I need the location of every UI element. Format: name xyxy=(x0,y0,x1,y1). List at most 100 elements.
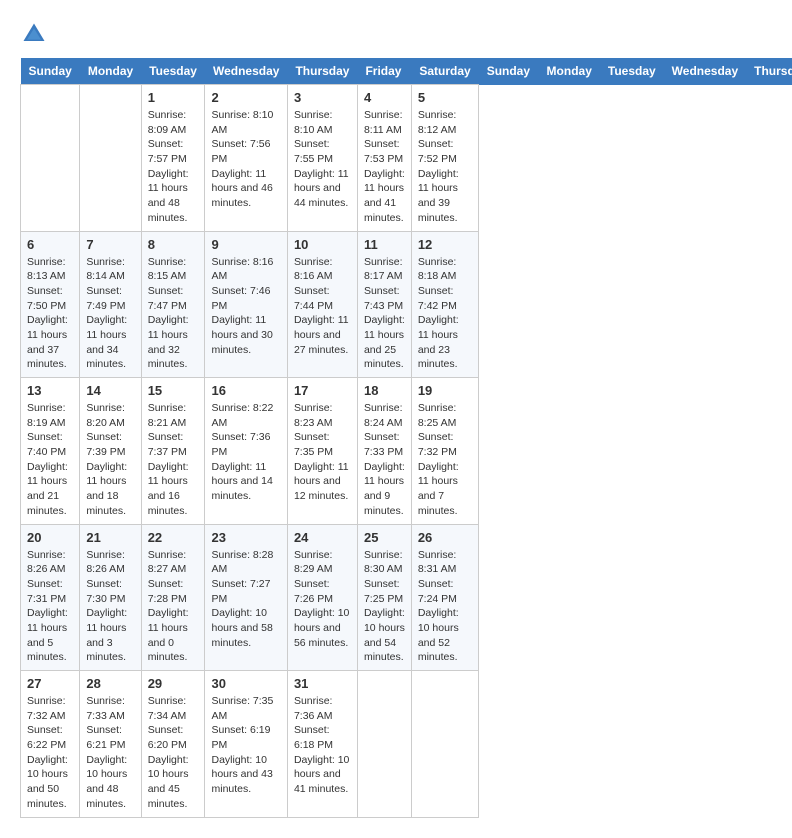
calendar-cell xyxy=(80,85,141,232)
col-header-tuesday: Tuesday xyxy=(141,58,205,85)
calendar-cell: 5Sunrise: 8:12 AMSunset: 7:52 PMDaylight… xyxy=(411,85,478,232)
col-header-sunday: Sunday xyxy=(479,58,539,85)
day-info: Sunrise: 7:34 AMSunset: 6:20 PMDaylight:… xyxy=(148,694,199,812)
day-info: Sunrise: 8:10 AMSunset: 7:55 PMDaylight:… xyxy=(294,108,351,211)
calendar-cell: 11 Sunrise: 8:17 AMSunset: 7:43 PMDayligh… xyxy=(357,231,411,378)
day-number: 30 xyxy=(211,676,280,691)
day-number: 10 xyxy=(294,237,351,252)
day-info: Sunrise: 8:11 AMSunset: 7:53 PMDaylight:… xyxy=(364,108,405,226)
col-header-saturday: Saturday xyxy=(411,58,478,85)
calendar-cell: 27Sunrise: 7:32 AMSunset: 6:22 PMDayligh… xyxy=(21,671,80,818)
day-number: 16 xyxy=(211,383,280,398)
calendar-cell xyxy=(411,671,478,818)
day-number: 6 xyxy=(27,237,73,252)
calendar-cell: 26 Sunrise: 8:31 AMSunset: 7:24 PMDayligh… xyxy=(411,524,478,671)
day-number: 3 xyxy=(294,90,351,105)
page-header xyxy=(20,20,772,48)
day-number: 20 xyxy=(27,530,73,545)
day-number: 23 xyxy=(211,530,280,545)
day-number: 5 xyxy=(418,90,472,105)
day-info: Sunrise: 8:29 AMSunset: 7:26 PMDaylight:… xyxy=(294,548,351,651)
day-number: 25 xyxy=(364,530,405,545)
day-number: 31 xyxy=(294,676,351,691)
day-number: 13 xyxy=(27,383,73,398)
day-info: Sunrise: 8:26 AMSunset: 7:31 PMDaylight:… xyxy=(27,548,73,666)
day-number: 14 xyxy=(86,383,134,398)
calendar-cell: 18Sunrise: 8:24 AMSunset: 7:33 PMDayligh… xyxy=(357,378,411,525)
day-number: 24 xyxy=(294,530,351,545)
day-number: 1 xyxy=(148,90,199,105)
day-info: Sunrise: 8:14 AMSunset: 7:49 PMDaylight:… xyxy=(86,255,134,373)
day-info: Sunrise: 8:17 AMSunset: 7:43 PMDaylight:… xyxy=(364,255,405,373)
calendar-cell: 25 Sunrise: 8:30 AMSunset: 7:25 PMDayligh… xyxy=(357,524,411,671)
day-info: Sunrise: 8:26 AMSunset: 7:30 PMDaylight:… xyxy=(86,548,134,666)
col-header-sunday: Sunday xyxy=(21,58,80,85)
calendar-header-row: SundayMondayTuesdayWednesdayThursdayFrid… xyxy=(21,58,792,85)
day-number: 7 xyxy=(86,237,134,252)
day-info: Sunrise: 8:30 AMSunset: 7:25 PMDaylight:… xyxy=(364,548,405,666)
day-number: 17 xyxy=(294,383,351,398)
calendar-cell: 22 Sunrise: 8:27 AMSunset: 7:28 PMDayligh… xyxy=(141,524,205,671)
calendar-cell: 7 Sunrise: 8:14 AMSunset: 7:49 PMDaylight… xyxy=(80,231,141,378)
calendar-cell: 23 Sunrise: 8:28 AMSunset: 7:27 PMDayligh… xyxy=(205,524,287,671)
calendar-cell: 12 Sunrise: 8:18 AMSunset: 7:42 PMDayligh… xyxy=(411,231,478,378)
calendar-week-row: 6 Sunrise: 8:13 AMSunset: 7:50 PMDaylight… xyxy=(21,231,792,378)
calendar-week-row: 1Sunrise: 8:09 AMSunset: 7:57 PMDaylight… xyxy=(21,85,792,232)
day-number: 12 xyxy=(418,237,472,252)
calendar-cell: 14 Sunrise: 8:20 AMSunset: 7:39 PMDayligh… xyxy=(80,378,141,525)
col-header-friday: Friday xyxy=(357,58,411,85)
day-number: 9 xyxy=(211,237,280,252)
col-header-monday: Monday xyxy=(80,58,141,85)
day-info: Sunrise: 7:35 AMSunset: 6:19 PMDaylight:… xyxy=(211,694,280,797)
calendar-cell: 20 Sunrise: 8:26 AMSunset: 7:31 PMDayligh… xyxy=(21,524,80,671)
calendar-cell: 4Sunrise: 8:11 AMSunset: 7:53 PMDaylight… xyxy=(357,85,411,232)
day-info: Sunrise: 8:18 AMSunset: 7:42 PMDaylight:… xyxy=(418,255,472,373)
calendar-cell: 13 Sunrise: 8:19 AMSunset: 7:40 PMDayligh… xyxy=(21,378,80,525)
calendar-cell: 30 Sunrise: 7:35 AMSunset: 6:19 PMDayligh… xyxy=(205,671,287,818)
calendar-cell: 9Sunrise: 8:16 AMSunset: 7:46 PMDaylight… xyxy=(205,231,287,378)
day-number: 8 xyxy=(148,237,199,252)
calendar-cell: 6 Sunrise: 8:13 AMSunset: 7:50 PMDaylight… xyxy=(21,231,80,378)
logo xyxy=(20,20,52,48)
calendar-cell: 31 Sunrise: 7:36 AMSunset: 6:18 PMDayligh… xyxy=(287,671,357,818)
day-info: Sunrise: 8:31 AMSunset: 7:24 PMDaylight:… xyxy=(418,548,472,666)
calendar-table: SundayMondayTuesdayWednesdayThursdayFrid… xyxy=(20,58,792,818)
day-number: 19 xyxy=(418,383,472,398)
day-info: Sunrise: 8:28 AMSunset: 7:27 PMDaylight:… xyxy=(211,548,280,651)
day-info: Sunrise: 8:27 AMSunset: 7:28 PMDaylight:… xyxy=(148,548,199,666)
day-info: Sunrise: 7:32 AMSunset: 6:22 PMDaylight:… xyxy=(27,694,73,812)
day-number: 22 xyxy=(148,530,199,545)
col-header-thursday: Thursday xyxy=(746,58,792,85)
day-info: Sunrise: 8:24 AMSunset: 7:33 PMDaylight:… xyxy=(364,401,405,519)
calendar-cell: 24 Sunrise: 8:29 AMSunset: 7:26 PMDayligh… xyxy=(287,524,357,671)
col-header-thursday: Thursday xyxy=(287,58,357,85)
day-number: 15 xyxy=(148,383,199,398)
day-number: 26 xyxy=(418,530,472,545)
col-header-monday: Monday xyxy=(539,58,600,85)
calendar-week-row: 27Sunrise: 7:32 AMSunset: 6:22 PMDayligh… xyxy=(21,671,792,818)
day-info: Sunrise: 8:16 AMSunset: 7:44 PMDaylight:… xyxy=(294,255,351,358)
day-info: Sunrise: 7:36 AMSunset: 6:18 PMDaylight:… xyxy=(294,694,351,797)
calendar-cell: 17Sunrise: 8:23 AMSunset: 7:35 PMDayligh… xyxy=(287,378,357,525)
day-info: Sunrise: 8:19 AMSunset: 7:40 PMDaylight:… xyxy=(27,401,73,519)
day-info: Sunrise: 8:21 AMSunset: 7:37 PMDaylight:… xyxy=(148,401,199,519)
day-info: Sunrise: 8:25 AMSunset: 7:32 PMDaylight:… xyxy=(418,401,472,519)
calendar-cell xyxy=(357,671,411,818)
day-info: Sunrise: 8:22 AMSunset: 7:36 PMDaylight:… xyxy=(211,401,280,504)
day-info: Sunrise: 8:20 AMSunset: 7:39 PMDaylight:… xyxy=(86,401,134,519)
calendar-cell: 16 Sunrise: 8:22 AMSunset: 7:36 PMDayligh… xyxy=(205,378,287,525)
calendar-cell: 3 Sunrise: 8:10 AMSunset: 7:55 PMDaylight… xyxy=(287,85,357,232)
calendar-cell: 21Sunrise: 8:26 AMSunset: 7:30 PMDayligh… xyxy=(80,524,141,671)
calendar-cell: 2 Sunrise: 8:10 AMSunset: 7:56 PMDaylight… xyxy=(205,85,287,232)
col-header-tuesday: Tuesday xyxy=(600,58,664,85)
day-info: Sunrise: 8:10 AMSunset: 7:56 PMDaylight:… xyxy=(211,108,280,211)
day-number: 11 xyxy=(364,237,405,252)
logo-icon xyxy=(20,20,48,48)
calendar-cell: 1Sunrise: 8:09 AMSunset: 7:57 PMDaylight… xyxy=(141,85,205,232)
day-number: 2 xyxy=(211,90,280,105)
calendar-cell: 28Sunrise: 7:33 AMSunset: 6:21 PMDayligh… xyxy=(80,671,141,818)
calendar-cell: 29 Sunrise: 7:34 AMSunset: 6:20 PMDayligh… xyxy=(141,671,205,818)
day-number: 29 xyxy=(148,676,199,691)
day-info: Sunrise: 7:33 AMSunset: 6:21 PMDaylight:… xyxy=(86,694,134,812)
day-info: Sunrise: 8:13 AMSunset: 7:50 PMDaylight:… xyxy=(27,255,73,373)
